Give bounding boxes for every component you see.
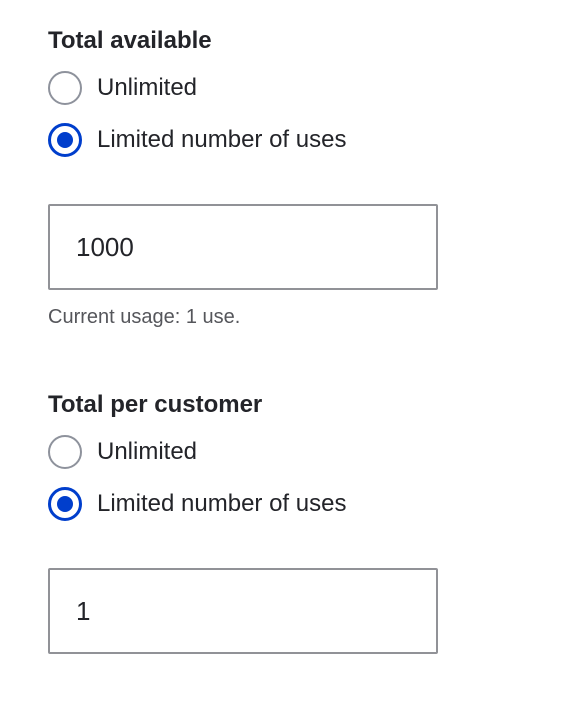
total-available-unlimited-option[interactable]: Unlimited <box>48 62 528 114</box>
per-customer-limited-label[interactable]: Limited number of uses <box>97 489 346 519</box>
total-available-limited-label[interactable]: Limited number of uses <box>97 125 346 155</box>
per-customer-unlimited-option[interactable]: Unlimited <box>48 426 528 478</box>
radio-button-unchecked[interactable] <box>48 435 82 469</box>
per-customer-uses-input[interactable] <box>48 568 438 654</box>
radio-button-unchecked[interactable] <box>48 71 82 105</box>
total-available-uses-input[interactable] <box>48 204 438 290</box>
current-usage-description: Current usage: 1 use. <box>48 306 241 328</box>
total-available-limited-option[interactable]: Limited number of uses <box>48 114 528 166</box>
radio-button-checked[interactable] <box>48 487 82 521</box>
total-available-unlimited-label[interactable]: Unlimited <box>97 73 197 103</box>
radio-button-checked[interactable] <box>48 123 82 157</box>
per-customer-unlimited-label[interactable]: Unlimited <box>97 437 197 467</box>
total-per-customer-fieldset: Total per customer Unlimited Limited num… <box>48 390 528 654</box>
total-per-customer-legend: Total per customer <box>48 391 263 418</box>
total-available-fieldset: Total available Unlimited Limited number… <box>48 26 528 330</box>
total-available-legend: Total available <box>48 27 212 54</box>
per-customer-limited-option[interactable]: Limited number of uses <box>48 478 528 530</box>
